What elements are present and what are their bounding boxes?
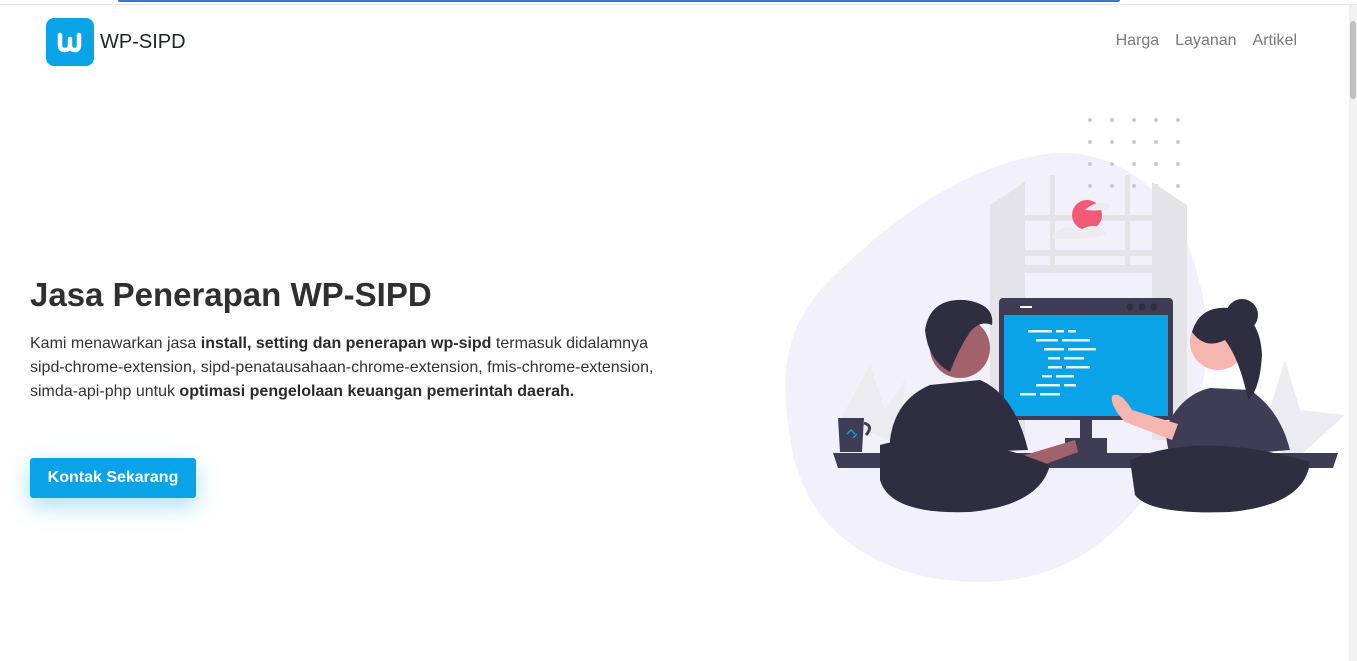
hero-desc-text-1: Kami menawarkan jasa	[30, 335, 201, 352]
nav-link-artikel[interactable]: Artikel	[1253, 32, 1297, 50]
nav-menu: Harga Layanan Artikel	[1116, 32, 1297, 50]
top-progress-bar	[118, 0, 1120, 2]
page-scrollbar[interactable]	[1349, 5, 1357, 661]
hero-description: Kami menawarkan jasa install, setting da…	[30, 332, 670, 404]
brand-name: WP-SIPD	[100, 30, 186, 53]
w-logo-icon	[46, 18, 94, 66]
hero-desc-bold-1: install, setting dan penerapan wp-sipd	[200, 335, 492, 352]
contact-button[interactable]: Kontak Sekarang	[30, 458, 196, 498]
navbar: WP-SIPD Harga Layanan Artikel	[0, 6, 1349, 76]
brand-link[interactable]: WP-SIPD	[46, 18, 186, 66]
mug-icon	[838, 418, 864, 452]
hero-desc-bold-2: optimasi pengelolaan keuangan pemerintah…	[179, 383, 575, 400]
hero-title: Jasa Penerapan WP-SIPD	[30, 276, 432, 313]
scrollbar-thumb[interactable]	[1350, 21, 1356, 99]
hero-illustration	[780, 110, 1350, 590]
nav-link-harga[interactable]: Harga	[1116, 32, 1160, 50]
nav-link-layanan[interactable]: Layanan	[1175, 32, 1236, 50]
browser-top-edge	[0, 0, 1357, 5]
